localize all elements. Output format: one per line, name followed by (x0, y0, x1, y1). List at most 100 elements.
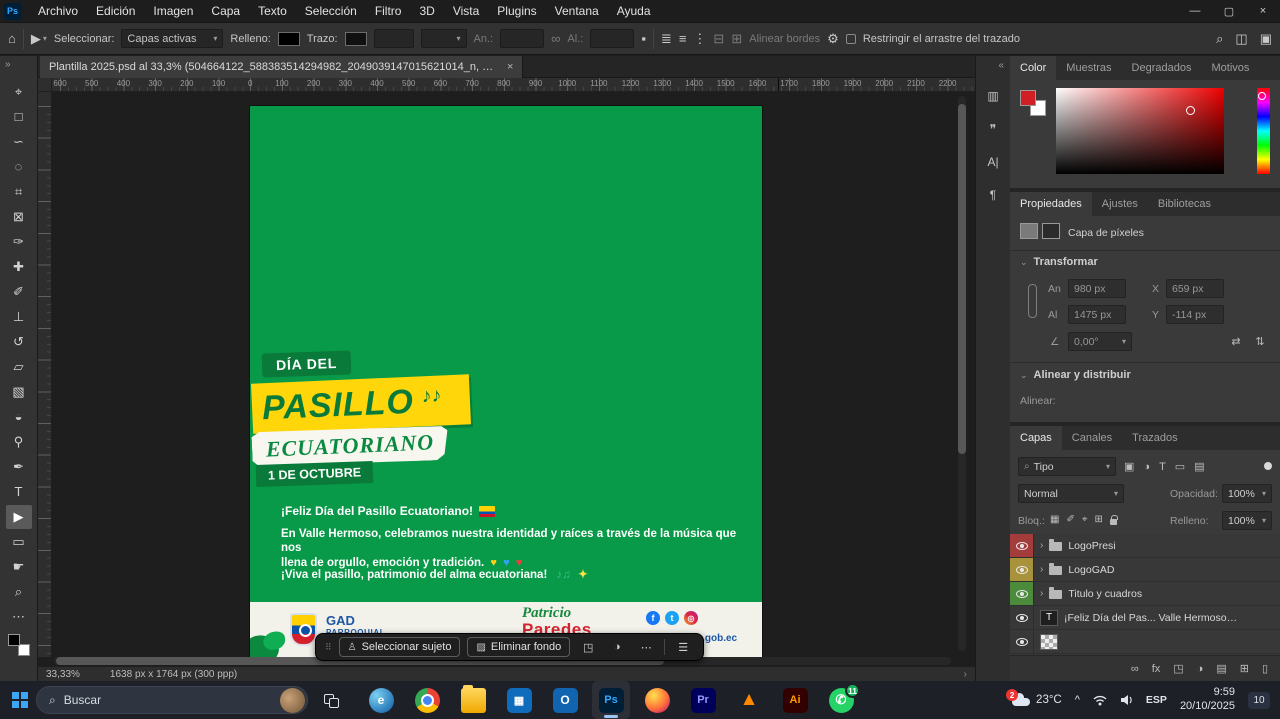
layer-filter-dropdown[interactable]: ⌕ Tipo ▾ (1018, 457, 1116, 476)
hidden-icons-chevron[interactable]: ^ (1075, 694, 1080, 706)
lock-position-icon[interactable]: ⌖ (1082, 514, 1088, 525)
bar-properties-icon[interactable]: ☰ (672, 637, 694, 657)
menu-archivo[interactable]: Archivo (29, 0, 87, 22)
home-icon[interactable]: ⌂ (8, 31, 16, 46)
filter-toggle-icon[interactable] (1264, 462, 1272, 470)
wifi-icon[interactable] (1093, 694, 1107, 706)
foreground-color-swatch[interactable] (1020, 90, 1036, 106)
width-field[interactable]: 980 px (1068, 279, 1126, 298)
search-daily-image[interactable] (280, 688, 305, 713)
select-mode-dropdown[interactable]: Capas activas ▾ (121, 29, 223, 48)
mask-mode-icon[interactable]: ◑ (606, 637, 628, 657)
menu-plugins[interactable]: Plugins (488, 0, 545, 22)
link-dimensions-icon[interactable] (1028, 284, 1037, 318)
poster-canvas[interactable]: DÍA DEL PASILLO ♪♪ ECUATORIANO 1 DE OCTU… (250, 106, 762, 659)
menu-imagen[interactable]: Imagen (144, 0, 202, 22)
y-field[interactable]: -114 px (1166, 305, 1224, 324)
workspace-panel-icon[interactable]: ◫ (1235, 31, 1247, 47)
taskbar-app-vlc[interactable]: ▲ (730, 681, 768, 719)
hand-tool[interactable]: ☛ (6, 555, 32, 579)
delete-layer-icon[interactable]: ▯ (1262, 662, 1268, 675)
weather-widget[interactable]: 2 23°C (1012, 694, 1062, 706)
blend-mode-dropdown[interactable]: Normal ▾ (1018, 484, 1124, 503)
rotation-field[interactable]: 0,00° ▾ (1068, 332, 1132, 351)
menu-selección[interactable]: Selección (296, 0, 366, 22)
taskbar-app-explorer[interactable] (454, 681, 492, 719)
crop-tool[interactable]: ⌗ (6, 180, 32, 204)
taskbar-app-firefox[interactable] (638, 681, 676, 719)
expand-group-icon[interactable]: › (1040, 588, 1043, 599)
align-section-header[interactable]: ⌄ Alinear y distribuir (1020, 369, 1131, 381)
taskbar-search[interactable]: ⌕ Buscar (36, 686, 308, 714)
hue-slider[interactable] (1257, 88, 1270, 174)
panel-collapse-icon[interactable]: « (992, 56, 1010, 75)
filter-smart-object-icon[interactable]: ▤ (1194, 460, 1204, 473)
lock-paint-icon[interactable]: ✐ (1066, 514, 1074, 525)
selection-options-icon[interactable]: ◳ (577, 637, 599, 657)
taskbar-app-premiere[interactable]: Pr (684, 681, 722, 719)
menu-vista[interactable]: Vista (444, 0, 488, 22)
layer-visibility-toggle[interactable] (1010, 606, 1034, 629)
height-field[interactable]: 1475 px (1068, 305, 1126, 324)
tab-capas[interactable]: Capas (1010, 426, 1062, 450)
layer-row[interactable]: ›Titulo y cuadros (1010, 582, 1280, 606)
menu-ventana[interactable]: Ventana (546, 0, 608, 22)
layer-style-icon[interactable]: fx (1152, 663, 1161, 675)
workspace-switcher-icon[interactable]: ▣ (1260, 31, 1272, 47)
restore-icon[interactable]: ▢ (1212, 0, 1246, 22)
layer-row[interactable]: ›LogoGAD (1010, 558, 1280, 582)
transform-section-header[interactable]: ⌄ Transformar (1020, 256, 1098, 268)
menu-capa[interactable]: Capa (202, 0, 249, 22)
shape-width-field[interactable] (500, 29, 544, 48)
foreground-color-swatch[interactable] (8, 634, 20, 646)
stroke-width-field[interactable] (374, 29, 414, 48)
remove-background-button[interactable]: ▨ Eliminar fondo (467, 637, 570, 657)
zoom-tool[interactable]: ⌕ (6, 580, 32, 604)
pen-tool[interactable]: ✒ (6, 455, 32, 479)
eraser-tool[interactable]: ▱ (6, 355, 32, 379)
add-mask-icon[interactable]: ◳ (1173, 662, 1183, 675)
fill-field[interactable]: 100% ▾ (1222, 511, 1272, 530)
path-selection-tool[interactable]: ▶ (6, 505, 32, 529)
notification-count[interactable]: 10 (1248, 692, 1270, 709)
search-icon[interactable]: ⌕ (1216, 31, 1223, 47)
taskbar-app-illustrator[interactable]: Ai (776, 681, 814, 719)
move-tool[interactable]: ⌖ (6, 80, 32, 104)
foreground-background-swatches[interactable] (7, 633, 31, 657)
task-view-button[interactable] (314, 681, 348, 719)
expand-group-icon[interactable]: › (1040, 540, 1043, 551)
comments-panel-icon[interactable]: ❞ (981, 117, 1005, 141)
current-tool-icon[interactable]: ▶ ▾ (31, 31, 47, 47)
layer-visibility-toggle[interactable] (1010, 534, 1034, 557)
zoom-level[interactable]: 33,33% (46, 669, 80, 680)
clock[interactable]: 9:59 20/10/2025 (1180, 686, 1235, 714)
start-button[interactable] (6, 681, 34, 719)
toolbar-collapse-icon[interactable]: » (0, 56, 16, 73)
menu-ayuda[interactable]: Ayuda (608, 0, 660, 22)
layer-visibility-toggle[interactable] (1010, 630, 1034, 653)
taskbar-app-photoshop[interactable]: Ps (592, 681, 630, 719)
tab-muestras[interactable]: Muestras (1056, 56, 1121, 80)
stroke-style-dropdown[interactable]: ▾ (421, 29, 467, 48)
vertical-scrollbar[interactable] (958, 96, 966, 651)
shape-height-field[interactable] (590, 29, 634, 48)
taskbar-app-store[interactable]: ▦ (500, 681, 538, 719)
contextbar-drag-handle[interactable]: ⠿ (325, 642, 332, 653)
more-options-icon[interactable]: ⋮ (693, 31, 706, 47)
fill-swatch[interactable] (278, 32, 300, 46)
gradient-tool[interactable]: ▧ (6, 380, 32, 404)
taskbar-app-whatsapp[interactable]: ✆11 (822, 681, 860, 719)
rectangle-tool[interactable]: ▭ (6, 530, 32, 554)
filter-type-layers-icon[interactable]: T (1159, 461, 1166, 473)
menu-texto[interactable]: Texto (249, 0, 296, 22)
tab-canales[interactable]: Canales (1062, 426, 1122, 450)
blur-tool[interactable]: ◒ (6, 405, 32, 429)
constrain-path-checkbox[interactable] (846, 34, 856, 44)
layer-row[interactable]: T¡Feliz Día del Pas... Valle Hermoso, ce (1010, 606, 1280, 630)
flip-vertical-icon[interactable]: ⇅ (1250, 332, 1270, 351)
taskbar-app-chrome[interactable] (408, 681, 446, 719)
lasso-tool[interactable]: ∽ (6, 130, 32, 154)
tab-ajustes[interactable]: Ajustes (1092, 192, 1148, 216)
filter-shape-layers-icon[interactable]: ▭ (1175, 460, 1185, 473)
object-selection-tool[interactable]: ◌ (6, 155, 32, 179)
